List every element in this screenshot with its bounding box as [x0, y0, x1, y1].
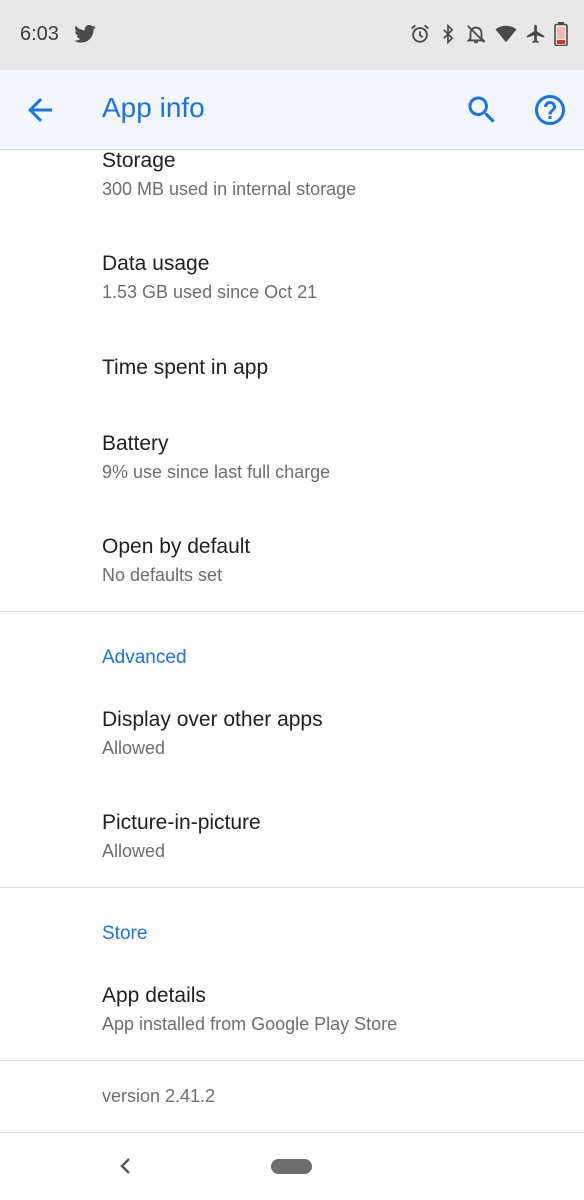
app-info-list[interactable]: Storage 300 MB used in internal storage …: [0, 151, 584, 1133]
back-button[interactable]: [22, 92, 58, 128]
page-title: App info: [102, 92, 205, 123]
open-by-default-item[interactable]: Open by default No defaults set: [0, 534, 584, 587]
arrow-back-icon: [28, 98, 52, 122]
time-spent-item[interactable]: Time spent in app: [0, 355, 584, 381]
status-time: 6:03: [20, 23, 59, 45]
storage-item[interactable]: Storage 300 MB used in internal storage: [0, 151, 584, 201]
divider: [0, 611, 584, 612]
item-title: Data usage: [102, 252, 210, 275]
help-button[interactable]: [532, 92, 568, 128]
item-summary: No defaults set: [102, 565, 223, 585]
navigation-bar: [0, 1133, 584, 1200]
version-text: version 2.41.2: [102, 1086, 216, 1106]
status-bar: 6:03: [0, 0, 584, 70]
item-title: App details: [102, 984, 206, 1007]
data-usage-item[interactable]: Data usage 1.53 GB used since Oct 21: [0, 251, 584, 304]
picture-in-picture-item[interactable]: Picture-in-picture Allowed: [0, 810, 584, 863]
search-icon: [468, 96, 495, 123]
divider: [0, 1060, 584, 1061]
item-title: Display over other apps: [102, 708, 323, 731]
twitter-icon: [74, 25, 96, 48]
notifications-off-icon: [465, 23, 487, 45]
airplane-icon: [525, 23, 547, 45]
section-header-store: Store: [102, 923, 148, 944]
item-title: Picture-in-picture: [102, 811, 261, 834]
chevron-left-icon: [120, 1158, 130, 1174]
alarm-icon: [409, 23, 431, 45]
item-summary: 1.53 GB used since Oct 21: [102, 282, 318, 302]
item-summary: 9% use since last full charge: [102, 462, 331, 482]
item-title: Storage: [102, 151, 176, 172]
item-summary: Allowed: [102, 738, 166, 758]
item-summary: App installed from Google Play Store: [102, 1014, 398, 1034]
bluetooth-icon: [438, 23, 458, 45]
section-header-advanced: Advanced: [102, 647, 187, 668]
item-title: Open by default: [102, 535, 251, 558]
wifi-icon: [494, 23, 518, 45]
nav-back-button[interactable]: [116, 1155, 136, 1182]
item-summary: Allowed: [102, 841, 166, 861]
item-title: Battery: [102, 432, 169, 455]
item-title: Time spent in app: [102, 356, 269, 379]
help-icon: [535, 95, 565, 125]
divider: [0, 887, 584, 888]
app-details-item[interactable]: App details App installed from Google Pl…: [0, 983, 584, 1036]
item-summary: 300 MB used in internal storage: [102, 179, 357, 199]
app-bar: App info: [0, 70, 584, 150]
search-button[interactable]: [464, 92, 500, 128]
display-over-other-apps-item[interactable]: Display over other apps Allowed: [0, 707, 584, 760]
battery-low-icon: [554, 22, 568, 46]
nav-home-pill[interactable]: [271, 1159, 312, 1174]
battery-item[interactable]: Battery 9% use since last full charge: [0, 431, 584, 484]
